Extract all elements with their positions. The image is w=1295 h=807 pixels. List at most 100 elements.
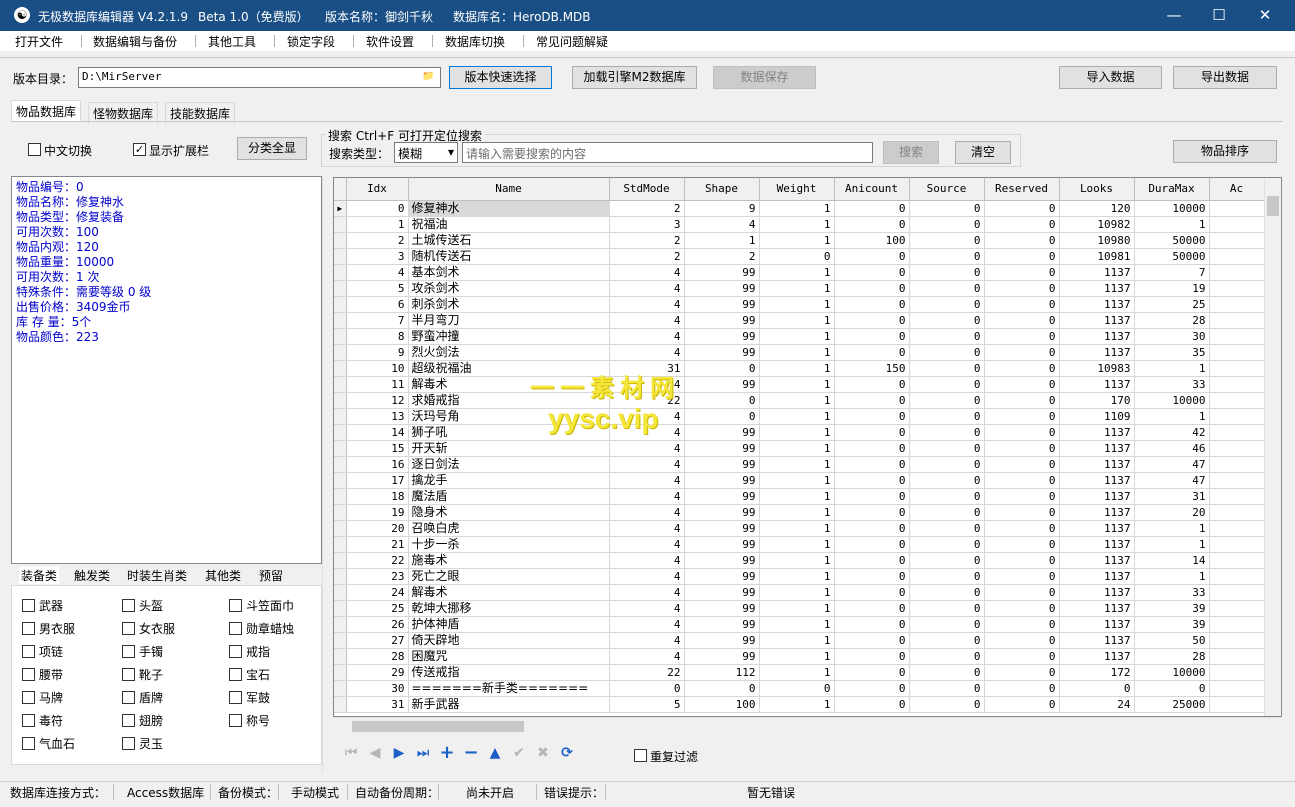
table-cell[interactable]: 3 (346, 248, 409, 265)
table-cell[interactable]: 99 (684, 584, 760, 601)
table-cell[interactable]: 狮子吼 (408, 424, 610, 441)
table-cell[interactable]: 倚天辟地 (408, 632, 610, 649)
table-cell[interactable]: 10000 (1134, 200, 1210, 217)
table-cell[interactable]: 0 (909, 216, 985, 233)
table-cell[interactable]: 1 (759, 664, 835, 681)
category-checkbox[interactable]: 勋章蜡烛 (229, 620, 294, 637)
table-cell[interactable]: 29 (346, 664, 409, 681)
table-cell[interactable]: 1 (759, 200, 835, 217)
table-cell[interactable]: 10 (346, 360, 409, 377)
table-cell[interactable]: 1 (759, 376, 835, 393)
table-cell[interactable]: 120 (1059, 200, 1135, 217)
table-cell[interactable] (1209, 200, 1265, 217)
table-cell[interactable]: 1 (759, 632, 835, 649)
table-cell[interactable]: 4 (609, 312, 685, 329)
table-cell[interactable]: 0 (984, 424, 1060, 441)
table-cell[interactable]: 0 (909, 488, 985, 505)
table-cell[interactable]: 1 (759, 232, 835, 249)
table-cell[interactable]: 0 (909, 696, 985, 713)
table-cell[interactable]: 1137 (1059, 264, 1135, 281)
table-cell[interactable]: 39 (1134, 616, 1210, 633)
table-cell[interactable]: 1137 (1059, 536, 1135, 553)
row-indicator[interactable] (334, 392, 347, 409)
last-record-icon[interactable]: ⏭ (412, 742, 434, 764)
table-row[interactable]: ▶ 0 修复神水 2 9 1 0 0 0 120 10000 (334, 200, 1265, 217)
table-cell[interactable]: 170 (1059, 392, 1135, 409)
table-cell[interactable]: 1 (759, 296, 835, 313)
table-cell[interactable]: 1 (759, 568, 835, 585)
table-cell[interactable] (1209, 536, 1265, 553)
category-checkbox[interactable]: 军鼓 (229, 689, 270, 706)
table-cell[interactable] (1209, 232, 1265, 249)
category-checkbox[interactable]: 称号 (229, 712, 270, 729)
table-cell[interactable]: 19 (1134, 280, 1210, 297)
table-cell[interactable]: 24 (346, 584, 409, 601)
table-cell[interactable]: 0 (909, 328, 985, 345)
cancel-icon[interactable]: ✖ (532, 742, 554, 764)
row-indicator[interactable]: ▶ (334, 200, 347, 217)
table-row[interactable]: 11 解毒术 4 99 1 0 0 0 1137 33 (334, 376, 1265, 393)
table-cell[interactable]: 10982 (1059, 216, 1135, 233)
col-header[interactable]: Shape (684, 178, 760, 201)
table-cell[interactable]: 0 (984, 680, 1060, 697)
table-cell[interactable]: 4 (609, 376, 685, 393)
table-cell[interactable]: 2 (609, 200, 685, 217)
table-cell[interactable]: 0 (1059, 680, 1135, 697)
table-cell[interactable]: 4 (609, 632, 685, 649)
table-cell[interactable]: 0 (834, 200, 910, 217)
table-cell[interactable]: 0 (834, 216, 910, 233)
table-cell[interactable]: 4 (346, 264, 409, 281)
category-checkbox[interactable]: 翅膀 (122, 712, 163, 729)
row-indicator[interactable] (334, 584, 347, 601)
table-cell[interactable] (1209, 568, 1265, 585)
table-cell[interactable]: 25 (346, 600, 409, 617)
table-cell[interactable]: 1 (759, 696, 835, 713)
search-button[interactable]: 搜索 (883, 141, 939, 164)
table-cell[interactable]: 4 (609, 424, 685, 441)
table-cell[interactable]: 0 (909, 616, 985, 633)
table-cell[interactable]: 困魔咒 (408, 648, 610, 665)
table-cell[interactable]: 20 (1134, 504, 1210, 521)
row-indicator[interactable] (334, 216, 347, 233)
table-cell[interactable]: 2 (684, 248, 760, 265)
category-checkbox[interactable]: 马牌 (22, 689, 63, 706)
table-cell[interactable]: 死亡之眼 (408, 568, 610, 585)
table-row[interactable]: 27 倚天辟地 4 99 1 0 0 0 1137 50 (334, 632, 1265, 649)
search-type-select[interactable]: 模糊 ▾ (394, 142, 458, 163)
table-cell[interactable]: 50 (1134, 632, 1210, 649)
table-cell[interactable]: 0 (909, 312, 985, 329)
table-cell[interactable]: 0 (909, 552, 985, 569)
table-cell[interactable]: 0 (834, 600, 910, 617)
table-cell[interactable]: 0 (984, 472, 1060, 489)
table-cell[interactable]: 24 (1059, 696, 1135, 713)
table-cell[interactable]: 22 (609, 664, 685, 681)
table-cell[interactable]: 1137 (1059, 376, 1135, 393)
table-cell[interactable]: 0 (909, 232, 985, 249)
table-cell[interactable]: 25 (1134, 296, 1210, 313)
refresh-icon[interactable]: ⟳ (556, 742, 578, 764)
table-cell[interactable]: 27 (346, 632, 409, 649)
row-indicator[interactable] (334, 616, 347, 633)
table-cell[interactable]: 4 (609, 584, 685, 601)
table-cell[interactable]: 10000 (1134, 392, 1210, 409)
table-cell[interactable] (1209, 440, 1265, 457)
quick-select-button[interactable]: 版本快速选择 (449, 66, 552, 89)
table-cell[interactable]: 0 (984, 616, 1060, 633)
table-cell[interactable]: 4 (609, 328, 685, 345)
title-bar[interactable]: ☯ 无极数据库编辑器 V4.2.1.9 Beta 1.0（免费版） 版本名称：御… (0, 0, 1295, 31)
table-cell[interactable]: 1137 (1059, 440, 1135, 457)
table-cell[interactable]: 99 (684, 600, 760, 617)
menu-open-file[interactable]: 打开文件 (15, 33, 63, 50)
table-cell[interactable]: 30 (1134, 328, 1210, 345)
table-cell[interactable]: 1137 (1059, 648, 1135, 665)
category-checkbox[interactable]: 灵玉 (122, 735, 163, 752)
table-cell[interactable]: 99 (684, 344, 760, 361)
table-cell[interactable] (1209, 344, 1265, 361)
search-input[interactable]: 请输入需要搜索的内容 (462, 142, 873, 163)
dup-filter-checkbox[interactable] (634, 749, 647, 762)
row-indicator[interactable] (334, 344, 347, 361)
table-cell[interactable]: 0 (984, 632, 1060, 649)
table-cell[interactable]: 0 (684, 408, 760, 425)
table-cell[interactable]: 11 (346, 376, 409, 393)
table-cell[interactable]: 1 (759, 328, 835, 345)
